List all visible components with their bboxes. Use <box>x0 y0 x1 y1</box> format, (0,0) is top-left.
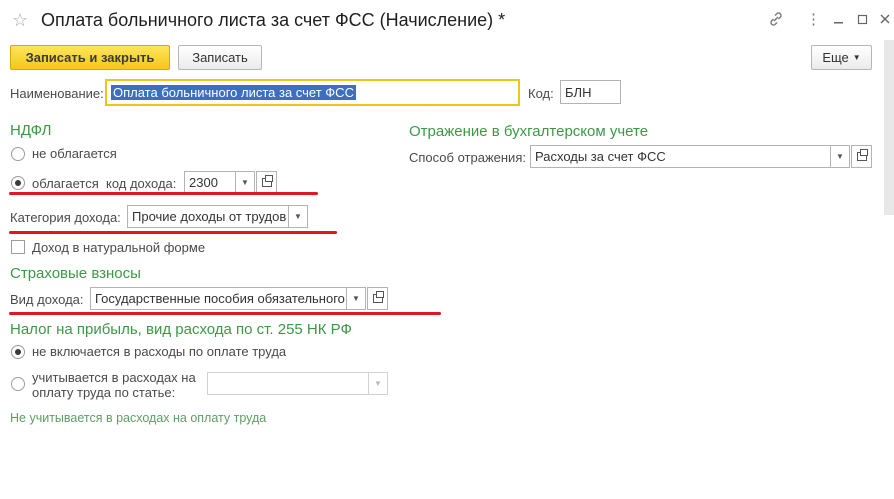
annotation-underline-income-code <box>9 192 318 195</box>
accounting-method-open-button[interactable] <box>851 145 872 168</box>
open-form-icon <box>261 175 273 187</box>
window-title: Оплата больничного листа за счет ФСС (На… <box>41 10 506 30</box>
radio-not-included-label: не включается в расходы по оплате труда <box>32 344 287 359</box>
expense-article-dropdown-button[interactable]: ▼ <box>368 372 388 395</box>
more-label: Еще <box>822 50 849 65</box>
income-code-value: 2300 <box>189 175 218 190</box>
income-type-field[interactable]: Государственные пособия обязательного <box>90 287 347 310</box>
radio-included-label-line2: оплату труда по статье: <box>32 385 176 400</box>
accounting-method-label: Способ отражения: <box>409 150 526 165</box>
income-type-value: Государственные пособия обязательного <box>95 291 345 306</box>
natural-form-label: Доход в натуральной форме <box>32 240 206 255</box>
more-vertical-icon[interactable]: ⋮ <box>806 11 821 29</box>
income-code-field[interactable]: 2300 <box>184 171 236 194</box>
accounting-section-title: Отражение в бухгалтерском учете <box>409 123 649 140</box>
natural-form-checkbox[interactable] <box>11 240 25 254</box>
link-icon[interactable] <box>768 11 784 32</box>
profit-tax-section-title: Налог на прибыль, вид расхода по ст. 255… <box>10 321 352 338</box>
radio-taxed[interactable] <box>11 176 25 190</box>
code-label: Код: <box>528 86 554 101</box>
income-category-label: Категория дохода: <box>10 210 121 225</box>
income-code-label: код дохода: <box>106 176 177 191</box>
close-icon[interactable] <box>879 11 891 32</box>
radio-included[interactable] <box>11 377 25 391</box>
income-category-field[interactable]: Прочие доходы от трудов <box>127 205 289 228</box>
name-value: Оплата больничного листа за счет ФСС <box>111 85 356 100</box>
accounting-method-dropdown-button[interactable]: ▼ <box>830 145 850 168</box>
save-button[interactable]: Записать <box>178 45 262 70</box>
open-form-icon <box>372 291 384 303</box>
minimize-icon[interactable] <box>833 11 845 32</box>
maximize-icon[interactable] <box>857 11 869 32</box>
annotation-underline-income-type <box>9 312 441 315</box>
income-type-label: Вид дохода: <box>10 292 84 307</box>
income-type-open-button[interactable] <box>367 287 388 310</box>
income-code-dropdown-button[interactable]: ▼ <box>235 171 255 194</box>
radio-taxed-label: облагается <box>32 176 99 191</box>
income-category-value: Прочие доходы от трудов <box>132 209 287 224</box>
dropdown-arrow-icon: ▼ <box>852 53 861 62</box>
profit-tax-note: Не учитывается в расходах на оплату труд… <box>10 411 267 425</box>
code-value: БЛН <box>565 84 592 100</box>
ndfl-section-title: НДФЛ <box>10 122 52 139</box>
radio-not-taxed[interactable] <box>11 147 25 161</box>
income-category-dropdown-button[interactable]: ▼ <box>288 205 308 228</box>
favorite-star-icon[interactable]: ☆ <box>12 10 28 31</box>
open-form-icon <box>856 149 868 161</box>
name-label: Наименование: <box>10 86 104 101</box>
scrollbar[interactable] <box>884 40 894 215</box>
income-type-dropdown-button[interactable]: ▼ <box>346 287 366 310</box>
insurance-section-title: Страховые взносы <box>10 265 141 282</box>
save-and-close-button[interactable]: Записать и закрыть <box>10 45 170 70</box>
radio-not-included[interactable] <box>11 345 25 359</box>
annotation-underline-income-category <box>9 231 337 234</box>
name-field[interactable]: Оплата больничного листа за счет ФСС <box>105 79 520 106</box>
radio-included-label-line1: учитывается в расходах на <box>32 370 196 385</box>
accounting-method-value: Расходы за счет ФСС <box>535 149 666 164</box>
expense-article-field[interactable] <box>207 372 369 395</box>
more-button[interactable]: Еще ▼ <box>811 45 872 70</box>
radio-not-taxed-label: не облагается <box>32 146 117 161</box>
code-field[interactable]: БЛН <box>560 80 621 104</box>
accounting-method-field[interactable]: Расходы за счет ФСС <box>530 145 831 168</box>
income-code-open-button[interactable] <box>256 171 277 194</box>
